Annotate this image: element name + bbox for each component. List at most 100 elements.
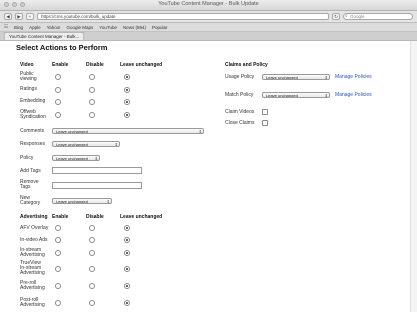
public-viewing-enable-radio[interactable] — [55, 74, 61, 80]
plus-icon: + — [28, 14, 32, 19]
unchanged-column-header: Leave unchanged — [120, 62, 163, 68]
instream-advertising-label: In-stream Advertising — [20, 248, 45, 258]
new-category-select[interactable]: Leave unchanged ⇕ — [52, 198, 112, 204]
bookmark-item[interactable]: YouTube — [99, 25, 117, 30]
offweb-disable-radio[interactable] — [89, 112, 95, 118]
add-tags-label: Add Tags — [20, 168, 41, 174]
trueview-disable-radio[interactable] — [89, 266, 95, 272]
embedding-unchanged-radio[interactable] — [124, 99, 130, 105]
page-content: Select Actions to Perform Video Enable D… — [0, 41, 417, 312]
trueview-unchanged-radio[interactable] — [124, 266, 130, 272]
postroll-enable-radio[interactable] — [55, 300, 61, 306]
remove-tags-input[interactable] — [52, 182, 142, 189]
row-label-line2: Syndication — [20, 114, 46, 120]
embedding-disable-radio[interactable] — [89, 99, 95, 105]
afv-overlay-disable-radio[interactable] — [89, 225, 95, 231]
search-placeholder: Google — [350, 14, 365, 19]
advertising-section-header: Advertising — [20, 214, 48, 220]
remove-tags-label: Remove Tags — [20, 180, 39, 190]
enable-column-header: Enable — [52, 214, 69, 220]
postroll-unchanged-radio[interactable] — [124, 300, 130, 306]
add-bookmark-button[interactable]: + — [26, 13, 34, 20]
reload-button[interactable]: ↻ — [332, 13, 340, 20]
search-icon: ⌕ — [345, 13, 348, 19]
tab-active[interactable]: YouTube Content Manager - Bulk... — [4, 32, 84, 40]
public-viewing-disable-radio[interactable] — [89, 74, 95, 80]
select-arrows-icon: ⇕ — [324, 93, 328, 98]
window-title: YouTube Content Manager - Bulk Update — [158, 1, 259, 7]
select-arrows-icon: ⇕ — [324, 75, 328, 80]
address-bar[interactable]: https://cms.youtube.com/bulk_update — [37, 13, 329, 20]
tab-bar: YouTube Content Manager - Bulk... — [0, 32, 417, 41]
row-label-line2: viewing — [20, 76, 37, 82]
public-viewing-unchanged-radio[interactable] — [124, 74, 130, 80]
browser-toolbar: ◀ ▶ + https://cms.youtube.com/bulk_updat… — [0, 11, 417, 23]
postroll-label: Post-roll Advertising — [20, 298, 45, 308]
postroll-disable-radio[interactable] — [89, 300, 95, 306]
ratings-unchanged-radio[interactable] — [124, 87, 130, 93]
claim-videos-checkbox[interactable] — [262, 109, 268, 115]
select-arrows-icon: ⇕ — [198, 129, 202, 134]
preroll-unchanged-radio[interactable] — [124, 283, 130, 289]
row-label-line2: Tags — [20, 184, 31, 190]
row-label-line2: In-stream Advertising — [20, 265, 45, 276]
back-button[interactable]: ◀ — [4, 13, 12, 20]
trueview-label: TrueView In-stream Advertising — [20, 261, 52, 276]
bookmark-item[interactable]: Bing — [14, 25, 23, 30]
bookmark-item[interactable]: Yahoo! — [47, 25, 61, 30]
close-claims-checkbox[interactable] — [262, 120, 268, 126]
public-viewing-label: Public viewing — [20, 72, 37, 82]
responses-select[interactable]: Leave unchanged ⇕ — [52, 141, 120, 147]
forward-arrow-icon: ▶ — [17, 14, 21, 19]
vertical-scrollbar[interactable] — [410, 41, 417, 312]
preroll-disable-radio[interactable] — [89, 283, 95, 289]
new-category-label: New Category — [20, 196, 40, 206]
policy-label: Policy — [20, 155, 34, 161]
instream-enable-radio[interactable] — [55, 250, 61, 256]
match-policy-select[interactable]: Leave unchanged ⇕ — [262, 92, 330, 98]
invideo-ads-unchanged-radio[interactable] — [124, 237, 130, 243]
afv-overlay-enable-radio[interactable] — [55, 225, 61, 231]
ratings-enable-radio[interactable] — [55, 87, 61, 93]
add-tags-input[interactable] — [52, 167, 142, 174]
row-label-line2: Advertising — [20, 302, 45, 308]
instream-unchanged-radio[interactable] — [124, 250, 130, 256]
disable-column-header: Disable — [86, 214, 104, 220]
bookmark-item[interactable]: News (894) — [123, 25, 146, 30]
comments-select[interactable]: Leave unchanged ⇕ — [52, 128, 204, 134]
back-arrow-icon: ◀ — [6, 14, 10, 19]
embedding-enable-radio[interactable] — [55, 99, 61, 105]
row-label-line2: Advertising — [20, 252, 45, 258]
invideo-ads-disable-radio[interactable] — [89, 237, 95, 243]
ratings-disable-radio[interactable] — [89, 87, 95, 93]
search-field[interactable]: ⌕ Google — [343, 13, 413, 20]
video-section-header: Video — [20, 62, 34, 68]
bookmark-item[interactable]: Google Maps — [67, 25, 94, 30]
usage-policy-label: Usage Policy — [225, 74, 255, 80]
new-category-select-value: Leave unchanged — [56, 199, 88, 204]
instream-disable-radio[interactable] — [89, 250, 95, 256]
forward-button[interactable]: ▶ — [15, 13, 23, 20]
policy-select[interactable]: Leave unchanged ⇕ — [52, 155, 100, 161]
bookmark-item[interactable]: Popular — [152, 25, 168, 30]
preroll-enable-radio[interactable] — [55, 283, 61, 289]
select-arrows-icon: ⇕ — [94, 156, 98, 161]
offweb-unchanged-radio[interactable] — [124, 112, 130, 118]
manage-policies-link[interactable]: Manage Policies — [335, 93, 372, 98]
manage-policies-link[interactable]: Manage Policies — [335, 75, 372, 80]
claim-videos-label: Claim Videos — [225, 109, 255, 115]
offweb-enable-radio[interactable] — [55, 112, 61, 118]
usage-policy-select-value: Leave unchanged — [266, 75, 298, 80]
trueview-enable-radio[interactable] — [55, 266, 61, 272]
reading-list-icon[interactable]: ☷ — [4, 24, 8, 30]
comments-label: Comments — [20, 128, 45, 134]
usage-policy-select[interactable]: Leave unchanged ⇕ — [262, 74, 330, 80]
match-policy-label: Match Policy — [225, 92, 254, 98]
window-titlebar: YouTube Content Manager - Bulk Update — [0, 0, 417, 11]
preroll-label: Pre-roll Advertising — [20, 281, 45, 291]
offweb-syndication-label: Offweb Syndication — [20, 110, 46, 120]
row-label-line2: Advertising — [20, 285, 45, 291]
bookmark-item[interactable]: Apple — [29, 25, 41, 30]
afv-overlay-unchanged-radio[interactable] — [124, 225, 130, 231]
invideo-ads-enable-radio[interactable] — [55, 237, 61, 243]
